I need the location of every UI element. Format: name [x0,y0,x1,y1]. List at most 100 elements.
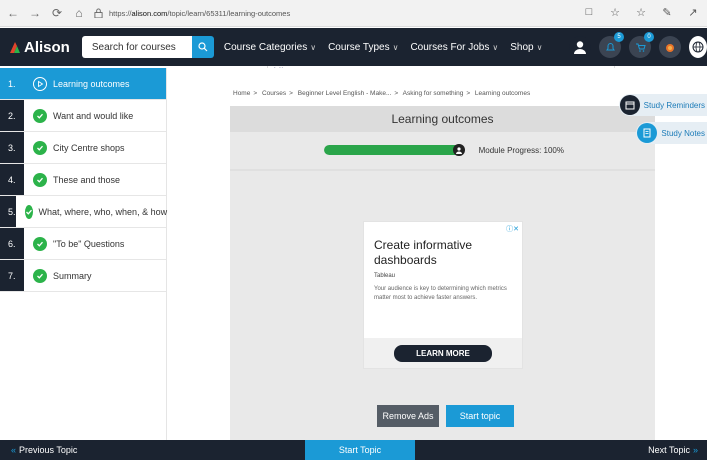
study-notes-button[interactable]: Study Notes [636,122,707,144]
notification-count-badge: 5 [614,32,624,42]
chevron-down-icon: ∨ [392,42,399,52]
module-title: Learning outcomes [230,106,655,132]
breadcrumb-separator-icon: > [466,90,471,97]
advertisement-card[interactable]: ⓘ✕ Create informative dashboards Tableau… [363,221,523,369]
menu-label: Course Categories [223,41,308,53]
action-buttons: Remove Ads Start topic [377,405,514,427]
chevron-down-icon: ∨ [536,42,543,52]
menu-courses-for-jobs[interactable]: Courses For Jobs ∨ [410,42,498,53]
breadcrumb-module[interactable]: Asking for something [403,90,464,97]
url-host: alison.com [131,8,168,18]
search-button[interactable] [191,36,214,58]
sidebar-item-number: 2. [0,100,24,131]
sidebar-item-city-centre-shops[interactable]: 3. City Centre shops [0,132,166,164]
main-content: Home > Courses > Beginner Level English - … [168,68,707,440]
notes-icon [637,123,658,143]
breadcrumb-courses[interactable]: Courses [262,90,286,97]
refresh-icon[interactable]: ⟳ [48,4,66,22]
check-icon [33,236,47,251]
pen-icon[interactable]: ✎ [659,4,675,20]
check-icon [33,108,47,123]
previous-topic-button[interactable]: « Previous Topic [8,445,77,455]
sidebar-item-wh-questions[interactable]: 5. What, where, who, when, & how [0,196,168,228]
search-bar [81,36,214,58]
url-prefix: https:// [109,8,132,18]
progress-avatar-icon [453,144,465,156]
remove-ads-button[interactable]: Remove Ads [377,405,439,427]
chevron-right-icon: » [692,445,698,455]
sidebar-item-number: 4. [0,164,24,195]
topic-panel: Learning outcomes Module Progress: 100% … [230,106,655,440]
sidebar-item-label: These and those [53,174,121,185]
sidebar-item-want-and-would-like[interactable]: 2. Want and would like [0,100,166,132]
module-progress: Module Progress: 100% [324,144,564,156]
sidebar-item-summary[interactable]: 7. Summary [0,260,166,292]
reading-view-icon[interactable]: □ [581,4,597,20]
ad-close-icon[interactable]: ⓘ✕ [506,224,519,234]
progress-track [324,145,462,155]
start-topic-button[interactable]: Start topic [446,405,514,427]
menu-shop[interactable]: Shop ∨ [510,42,542,53]
menu-label: Course Types [328,41,390,53]
alison-logo-icon [10,42,20,53]
sidebar-item-label: City Centre shops [53,142,125,153]
progress-fill [324,145,462,155]
search-input[interactable] [81,36,192,58]
ad-brand: Tableau [374,273,396,279]
sidebar-item-to-be-questions[interactable]: 6. "To be" Questions [0,228,166,260]
home-icon[interactable]: ⌂ [70,4,88,22]
sidebar-item-label: Summary [53,270,92,281]
forward-icon[interactable]: → [26,4,44,22]
favorites-list-icon[interactable]: ☆ [633,4,649,20]
browser-toolbar: ← → ⟳ ⌂ https://alison.com/topic/learn/6… [0,0,707,27]
sidebar-item-number: 5. [0,196,16,227]
check-icon [33,172,47,187]
check-icon [33,268,47,283]
sidebar-item-these-and-those[interactable]: 4. These and those [0,164,166,196]
chevron-left-icon: « [11,445,17,455]
breadcrumb-course[interactable]: Beginner Level English - Make... [298,90,392,97]
sidebar-item-number: 6. [0,228,24,259]
url-path: /topic/learn/65311/learning-outcomes [167,8,291,18]
study-reminders-button[interactable]: Study Reminders [618,94,707,116]
start-topic-footer-button[interactable]: Start Topic [305,440,415,460]
sidebar-item-number: 3. [0,132,24,163]
next-topic-label: Next Topic [648,445,690,455]
breadcrumb-separator-icon: > [253,90,258,97]
sidebar-item-number: 7. [0,260,24,291]
chevron-down-icon: ∨ [310,42,317,52]
globe-icon[interactable] [689,36,707,58]
breadcrumb-current: Learning outcomes [474,90,531,97]
back-icon[interactable]: ← [4,4,22,22]
ad-cta-button[interactable]: LEARN MORE [394,344,492,362]
share-icon[interactable]: ↗ [685,4,701,20]
alison-logo[interactable]: Alison [8,39,70,56]
sidebar-item-number: 1. [0,68,24,99]
breadcrumb-home[interactable]: Home [233,90,250,97]
cart-count-badge: 0 [644,32,654,42]
favorite-star-icon[interactable]: ☆ [607,4,623,20]
logo-text: Alison [24,38,70,56]
next-topic-button[interactable]: Next Topic » [648,445,701,455]
topic-footer-nav: « Previous Topic Start Topic Next Topic … [0,440,707,460]
menu-label: Shop [510,41,534,53]
notification-bell-icon[interactable]: 5 [599,32,624,58]
calendar-icon [619,95,640,115]
progress-label: Module Progress: 100% [478,145,564,155]
rewards-medal-icon[interactable] [659,36,681,58]
address-bar[interactable]: https://alison.com/topic/learn/65311/lea… [94,4,614,22]
sidebar-item-learning-outcomes[interactable]: 1. Learning outcomes [0,68,166,100]
check-icon [24,204,33,219]
user-avatar-icon[interactable] [569,36,591,58]
menu-course-categories[interactable]: Course Categories ∨ [224,42,316,53]
menu-course-types[interactable]: Course Types ∨ [328,42,398,53]
breadcrumb-separator-icon: > [394,90,399,97]
study-reminders-label: Study Reminders [643,100,705,110]
sidebar-item-label: What, where, who, when, & how [38,206,168,217]
ad-headline: Create informative dashboards [374,238,473,267]
sidebar-item-label: Want and would like [53,110,134,121]
site-header: Alison Course Categories∨ Course Types∨ … [0,28,707,66]
divider [230,169,655,171]
cart-icon[interactable]: 0 [629,32,654,58]
breadcrumb: Home > Courses > Beginner Level English - … [233,90,533,97]
